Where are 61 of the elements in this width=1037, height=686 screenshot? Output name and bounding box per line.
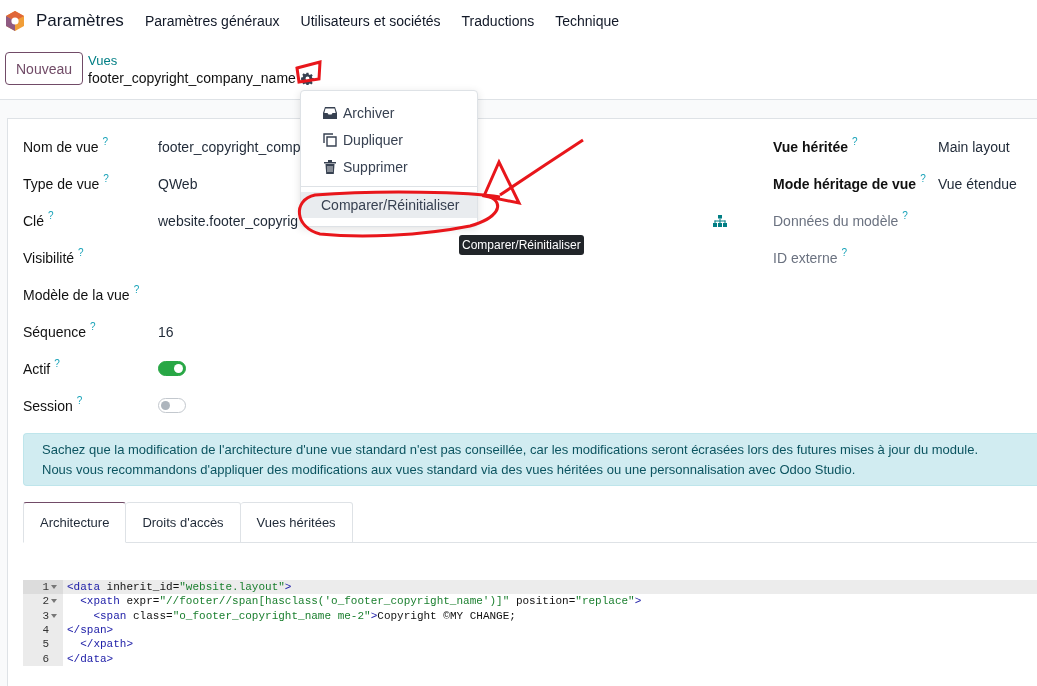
field-label: Mode héritage de vue xyxy=(773,175,917,192)
field-value[interactable]: 16 xyxy=(158,323,174,340)
field-label: Modèle de la vue xyxy=(23,286,130,303)
alert-text: Sachez que la modification de l'architecture d'une vue standard n'est pas conseillée, car les modifications seront écrasées lors des futures mises à jour du module. xyxy=(42,442,979,457)
dropdown-item[interactable]: Supprimer xyxy=(301,153,477,180)
fold-caret-icon[interactable] xyxy=(51,585,57,590)
settings-icon[interactable] xyxy=(300,71,314,85)
code-line: </data> xyxy=(66,652,114,665)
field-value[interactable]: footer_copyright_comp xyxy=(158,138,301,155)
line-number: 2 xyxy=(42,595,49,608)
annotation-scribble xyxy=(295,60,322,84)
dropdown-item[interactable]: Dupliquer xyxy=(301,126,477,153)
field-value[interactable]: Vue étendue xyxy=(938,175,1017,192)
new-button[interactable]: Nouveau xyxy=(5,52,84,85)
copy-icon xyxy=(323,132,337,147)
field-value[interactable]: QWeb xyxy=(158,175,198,192)
code-line: </span> xyxy=(66,624,114,637)
field-value[interactable]: Main layout xyxy=(938,138,1010,155)
dropdown-item[interactable]: Comparer/Réinitialiser xyxy=(301,192,477,218)
line-number: 1 xyxy=(42,581,49,594)
fold-caret-icon[interactable] xyxy=(51,599,57,604)
dropdown-item[interactable]: Archiver xyxy=(301,99,477,126)
field-label: Données du modèle xyxy=(773,212,899,229)
line-number: 3 xyxy=(42,609,49,622)
code-editor[interactable] xyxy=(23,580,1037,666)
fold-caret-icon[interactable] xyxy=(51,613,57,618)
code-line: <span class="o_footer_copyright_name me-2">Copyright ©MY CHANGE; xyxy=(92,609,516,622)
field-label: Type de vue xyxy=(23,175,100,192)
logo-icon[interactable] xyxy=(5,10,25,32)
menu-item[interactable]: Paramètres généraux xyxy=(144,13,280,29)
menu-item[interactable]: Utilisateurs et sociétés xyxy=(300,13,441,29)
alert-text: Nous vous recommandons d'appliquer des modifications aux vues standard via des vues héritées ou une personnalisation avec Odoo Studio. xyxy=(42,462,857,477)
line-number: 6 xyxy=(42,652,49,665)
hierarchy-icon[interactable] xyxy=(713,214,727,227)
field-label: Vue héritée xyxy=(773,138,848,155)
field-label: Actif xyxy=(23,360,51,377)
field-value[interactable]: website.footer_copyrig xyxy=(158,212,299,229)
field-label: Séquence xyxy=(23,323,87,340)
field-label: Nom de vue xyxy=(23,138,99,155)
menu-item[interactable]: Technique xyxy=(555,13,620,29)
toggle-switch[interactable] xyxy=(158,398,186,413)
app-title[interactable]: Paramètres xyxy=(36,11,124,31)
tab[interactable]: Droits d'accès xyxy=(126,502,241,543)
code-line: </xpath> xyxy=(79,638,133,651)
line-number: 5 xyxy=(42,638,49,651)
breadcrumb-link[interactable]: Vues xyxy=(88,53,314,69)
trash-icon xyxy=(323,159,337,174)
inbox-icon xyxy=(323,105,337,120)
code-line: <data inherit_id="website.layout"> xyxy=(66,581,292,594)
record-title: footer_copyright_company_name xyxy=(88,69,296,87)
code-line: <xpath expr="//footer//span[hasclass('o_footer_copyright_name')]" position="replace"> xyxy=(79,595,642,608)
tab[interactable]: Vues héritées xyxy=(240,502,353,543)
field-label: Clé xyxy=(23,212,44,229)
field-label: Session xyxy=(23,397,73,414)
line-number: 4 xyxy=(42,624,49,637)
toggle-switch[interactable] xyxy=(158,361,186,376)
field-label: Visibilité xyxy=(23,249,75,266)
field-label: ID externe xyxy=(773,249,838,266)
tab[interactable]: Architecture xyxy=(23,502,127,543)
menu-item[interactable]: Traductions xyxy=(461,13,535,29)
tooltip: Comparer/Réinitialiser xyxy=(459,235,584,255)
